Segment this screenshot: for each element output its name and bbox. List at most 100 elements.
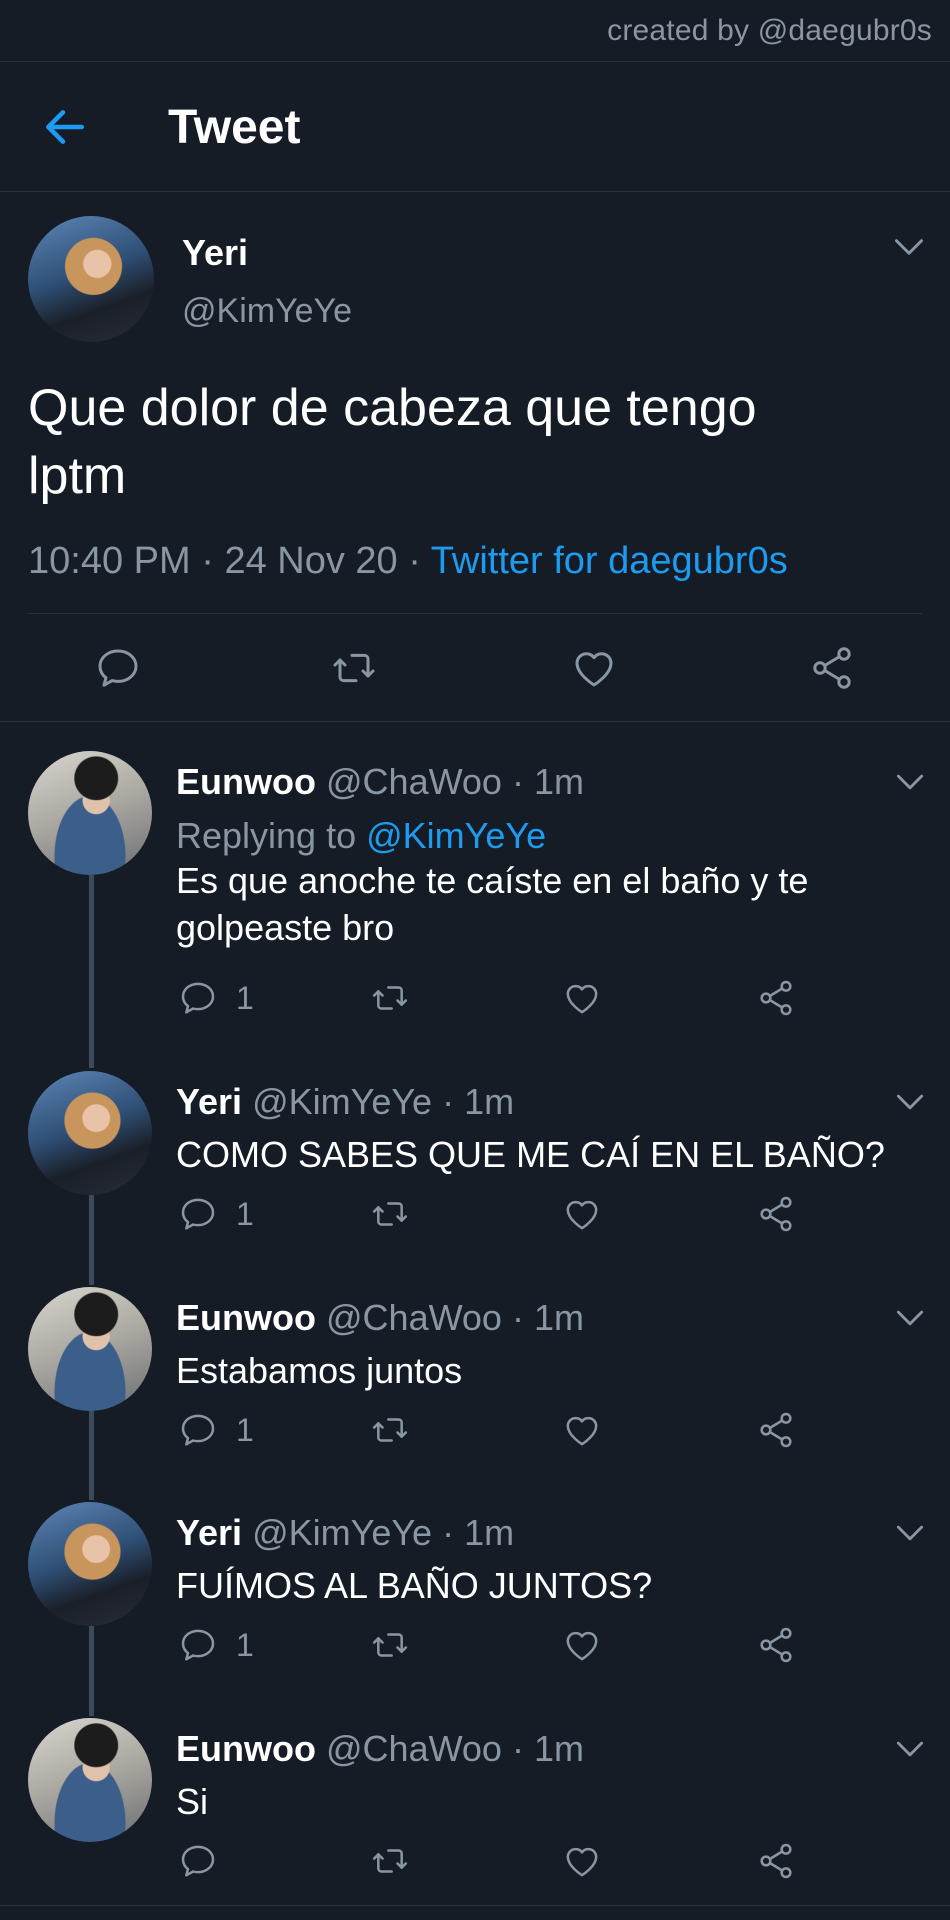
reply-text: Si [176,1778,916,1825]
retweet-icon [330,644,378,692]
top-app-bar: Tweet [0,62,950,192]
avatar[interactable] [28,216,154,342]
author-name[interactable]: Eunwoo [176,1728,316,1769]
like-icon [562,1410,602,1450]
author-handle-time: @ChaWoo · 1m [326,1297,584,1338]
more-options-button[interactable] [896,1740,924,1758]
share-button[interactable] [756,1194,796,1234]
reply-button[interactable] [178,1841,218,1881]
avatar[interactable] [28,1718,152,1842]
like-button[interactable] [570,644,618,692]
share-button[interactable] [756,1841,796,1881]
like-button[interactable] [562,1841,602,1881]
avatar[interactable] [28,1287,152,1411]
share-button[interactable] [756,1410,796,1450]
share-button[interactable] [808,644,856,692]
tweet-text: Que dolor de cabeza que tengo lptm [28,374,908,510]
more-options-button[interactable] [896,1524,924,1542]
reply-text: Es que anoche te caíste en el baño y te … [176,857,916,951]
author-name[interactable]: Eunwoo [176,761,316,802]
retweet-button[interactable] [370,1194,410,1234]
chevron-down-icon [896,1093,924,1111]
chevron-down-icon [896,1524,924,1542]
retweet-icon [370,1625,410,1665]
reply-icon [178,1410,218,1450]
like-icon [562,1625,602,1665]
reply-icon [94,644,142,692]
chevron-down-icon [896,1740,924,1758]
reply-count: 1 [236,1627,254,1663]
replying-to-label: Replying to [176,815,367,856]
reply-text-line: golpeaste bro [176,907,395,948]
replying-to-handle[interactable]: @KimYeYe [366,815,546,856]
reply-actions: 1 [0,1625,950,1675]
author-name[interactable]: Yeri [176,1081,242,1122]
meta-separator: · [408,540,421,582]
tweet-meta: 10:40 PM · 24 Nov 20 · Twitter for daegu… [28,540,788,583]
retweet-button[interactable] [370,1410,410,1450]
author-name[interactable]: Yeri [182,232,248,274]
share-button[interactable] [756,1625,796,1665]
author-handle-time: @ChaWoo · 1m [326,1728,584,1769]
retweet-button[interactable] [330,644,378,692]
share-button[interactable] [756,978,796,1018]
reply-text-line: COMO SABES QUE ME CAÍ EN EL BAÑO? [176,1134,885,1175]
author-name[interactable]: Eunwoo [176,1297,316,1338]
reply-actions [0,1841,950,1891]
more-options-button[interactable] [896,1309,924,1327]
reply-text-line: Estabamos juntos [176,1350,463,1391]
share-icon [808,644,856,692]
reply-text: FUÍMOS AL BAÑO JUNTOS? [176,1562,916,1609]
replying-to: Replying to @KimYeYe [176,815,546,857]
reply-header: Eunwoo @ChaWoo · 1m [176,761,584,803]
thread-line [89,875,94,1068]
reply-text-line: Es que anoche te caíste en el baño y te [176,860,809,901]
reply-text: COMO SABES QUE ME CAÍ EN EL BAÑO? [176,1131,916,1178]
reply-actions: 1 [0,978,950,1028]
like-button[interactable] [562,978,602,1018]
tweet-text-line: Que dolor de cabeza que tengo [28,379,757,437]
reply-button[interactable] [178,978,218,1018]
back-arrow-icon [46,110,84,144]
more-options-button[interactable] [896,773,924,791]
retweet-button[interactable] [370,978,410,1018]
avatar[interactable] [28,1071,152,1195]
tweet-date: 24 Nov 20 [224,540,398,582]
like-icon [562,978,602,1018]
like-button[interactable] [562,1194,602,1234]
author-handle-time: @KimYeYe · 1m [252,1081,515,1122]
author-name[interactable]: Yeri [176,1512,242,1553]
reply-actions: 1 [0,1194,950,1244]
reply-header: Yeri @KimYeYe · 1m [176,1081,514,1123]
reply-button[interactable] [178,1625,218,1665]
reply-button[interactable] [178,1410,218,1450]
reply-text: Estabamos juntos [176,1347,916,1394]
like-icon [562,1194,602,1234]
reply-count: 1 [236,1196,254,1232]
page-title: Tweet [168,101,301,154]
retweet-button[interactable] [370,1841,410,1881]
retweet-icon [370,1841,410,1881]
tweet-time: 10:40 PM [28,540,191,582]
reply-button[interactable] [178,1194,218,1234]
more-options-button[interactable] [896,1093,924,1111]
tweet-actions [0,614,950,722]
like-button[interactable] [562,1625,602,1665]
retweet-icon [370,978,410,1018]
tweet-client-link[interactable]: Twitter for daegubr0s [431,540,788,582]
reply-text-line: FUÍMOS AL BAÑO JUNTOS? [176,1565,653,1606]
more-options-button[interactable] [894,238,924,258]
meta-separator: · [201,540,214,582]
back-button[interactable] [40,102,90,152]
reply-button[interactable] [94,644,142,692]
reply-header: Eunwoo @ChaWoo · 1m [176,1728,584,1770]
author-handle[interactable]: @KimYeYe [182,292,352,331]
retweet-button[interactable] [370,1625,410,1665]
like-button[interactable] [562,1410,602,1450]
share-icon [756,978,796,1018]
avatar[interactable] [28,1502,152,1626]
avatar[interactable] [28,751,152,875]
share-icon [756,1194,796,1234]
like-icon [562,1841,602,1881]
main-tweet: Yeri @KimYeYe Que dolor de cabeza que te… [0,192,950,722]
